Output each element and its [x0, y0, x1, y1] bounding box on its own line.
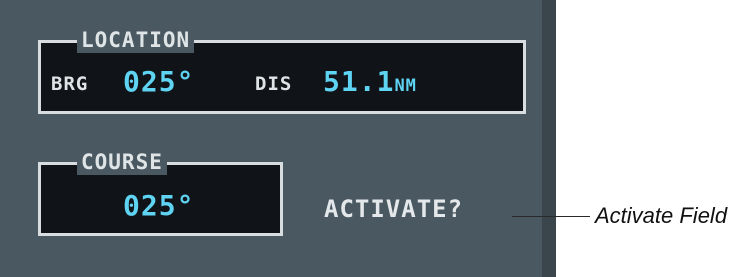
location-title: LOCATION	[77, 27, 195, 53]
dis-value-field[interactable]: 51.1NM	[323, 65, 417, 98]
callout-label: Activate Field	[595, 203, 728, 228]
callout-leader-line	[512, 216, 590, 217]
course-value-field[interactable]: 025°	[123, 189, 194, 222]
dis-label: DIS	[255, 73, 293, 95]
brg-value-field[interactable]: 025°	[123, 65, 194, 98]
brg-label: BRG	[51, 73, 89, 95]
location-box: LOCATION BRG 025° DIS 51.1NM	[38, 27, 526, 114]
course-box: COURSE 025°	[38, 149, 283, 236]
activate-field[interactable]: ACTIVATE?	[324, 195, 463, 223]
dis-unit: NM	[394, 76, 417, 96]
course-title: COURSE	[77, 149, 167, 175]
screen-edge	[542, 0, 556, 277]
dis-value: 51.1	[323, 65, 395, 98]
avionics-screen: LOCATION BRG 025° DIS 51.1NM COURSE 025°…	[0, 0, 556, 277]
